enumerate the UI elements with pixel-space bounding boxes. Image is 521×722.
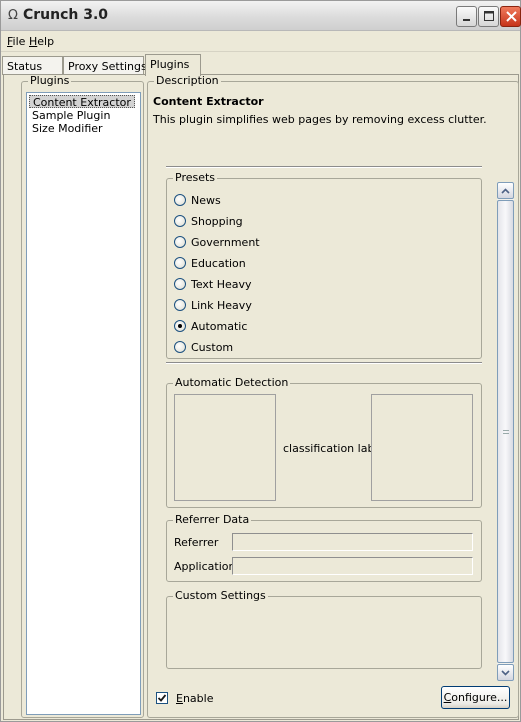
preset-automatic[interactable]: Automatic [174,319,247,333]
plugin-item-size-modifier[interactable]: Size Modifier [29,122,106,135]
application-field[interactable] [232,557,473,575]
minimize-button[interactable] [456,6,477,27]
enable-label: Enable [176,691,214,705]
detection-image-right [371,394,473,501]
radio-button-icon [174,341,186,353]
presets-legend: Presets [173,171,218,184]
tab-plugins[interactable]: Plugins [145,54,201,76]
checkmark-icon [156,692,168,704]
close-button[interactable] [500,6,521,27]
plugins-group: Plugins Content Extractor Sample Plugin … [21,75,144,718]
title-bar[interactable]: Ω Crunch 3.0 [1,1,521,31]
plugin-item-content-extractor[interactable]: Content Extractor [29,95,135,109]
radio-button-icon [174,299,186,311]
menu-bar: File Help [1,32,520,52]
referrer-data-legend: Referrer Data [173,513,252,526]
chevron-up-icon [501,184,510,197]
application-label: Application [174,560,236,573]
referrer-field[interactable] [232,533,473,551]
configure-button[interactable]: Configure... [441,686,510,709]
chevron-down-icon [501,666,510,679]
enable-checkbox[interactable]: Enable [156,691,213,705]
plugin-description: This plugin simplifies web pages by remo… [153,113,487,126]
plugin-list[interactable]: Content Extractor Sample Plugin Size Mod… [26,92,141,715]
preset-text-heavy[interactable]: Text Heavy [174,277,252,291]
top-separator [166,166,482,168]
menu-file[interactable]: File [7,35,25,48]
tab-status[interactable]: Status [2,56,63,75]
grip-icon [502,429,509,434]
close-icon [501,7,520,26]
custom-settings-group: Custom Settings [166,590,482,669]
minimize-icon [457,7,476,26]
custom-settings-legend: Custom Settings [173,589,268,602]
configure-label: Configure... [443,691,508,704]
preset-education[interactable]: Education [174,256,246,270]
scroll-up-button[interactable] [497,182,514,199]
radio-button-icon [174,236,186,248]
presets-separator [166,362,482,364]
description-legend: Description [154,74,221,87]
plugin-title: Content Extractor [153,95,264,108]
plugin-item-sample-plugin[interactable]: Sample Plugin [29,109,113,122]
vertical-scrollbar[interactable] [497,182,514,681]
menu-help[interactable]: Help [29,35,54,48]
maximize-icon [479,7,498,26]
scroll-thumb[interactable] [497,200,514,663]
radio-button-icon [174,278,186,290]
preset-custom[interactable]: Custom [174,340,233,354]
detection-image-left [174,394,276,501]
tab-proxy-settings[interactable]: Proxy Settings [63,56,147,75]
radio-button-icon [174,257,186,269]
radio-button-checked-icon [174,320,186,332]
app-window: Ω Crunch 3.0 File Help Status Proxy Sett… [0,0,521,722]
preset-news[interactable]: News [174,193,221,207]
referrer-label: Referrer [174,536,219,549]
omega-icon: Ω [8,8,18,23]
classification-label: classification label [283,442,385,455]
preset-government[interactable]: Government [174,235,260,249]
window-title: Crunch 3.0 [23,7,109,23]
preset-link-heavy[interactable]: Link Heavy [174,298,252,312]
scroll-down-button[interactable] [497,664,514,681]
automatic-detection-legend: Automatic Detection [173,376,291,389]
preset-shopping[interactable]: Shopping [174,214,243,228]
radio-button-icon [174,194,186,206]
radio-button-icon [174,215,186,227]
plugins-legend: Plugins [28,74,72,87]
tab-strip: Status Proxy Settings Plugins [1,54,520,76]
maximize-button[interactable] [478,6,499,27]
